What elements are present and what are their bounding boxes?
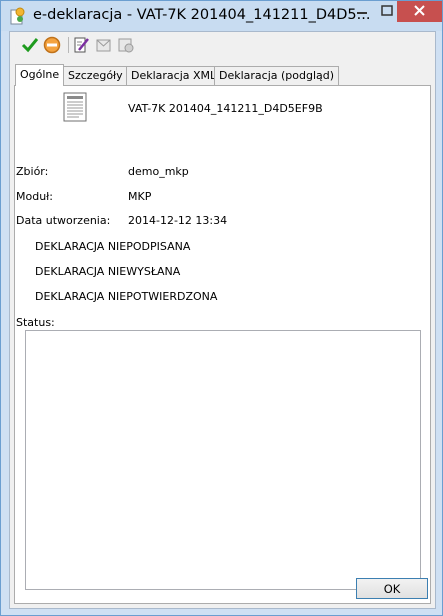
status-textarea[interactable] — [25, 330, 421, 590]
window-title: e-deklaracja - VAT-7K 201404_141211_D4D5… — [33, 7, 371, 23]
tab-szczegoly[interactable]: Szczegóły — [63, 66, 128, 85]
field-label-zbior: Zbiór: — [16, 165, 49, 178]
toolbar-separator — [68, 37, 69, 53]
tab-ogolne[interactable]: Ogólne — [15, 64, 65, 86]
field-value-zbior: demo_mkp — [128, 165, 189, 178]
tab-deklaracja-xml[interactable]: Deklaracja XML — [126, 66, 222, 85]
checkmark-icon[interactable] — [20, 35, 40, 55]
cancel-icon[interactable] — [42, 35, 62, 55]
state-not-sent: DEKLARACJA NIEWYSŁANA — [35, 265, 181, 278]
send-icon[interactable] — [94, 35, 114, 55]
field-value-modul: MKP — [128, 190, 152, 203]
status-label: Status: — [16, 316, 55, 329]
maximize-icon — [381, 5, 393, 16]
dialog-client: Ogólne Szczegóły Deklaracja XML Deklarac… — [9, 31, 436, 609]
ok-button[interactable]: OK — [356, 578, 428, 599]
confirm-icon[interactable] — [116, 35, 136, 55]
general-tab-panel: VAT-7K 201404_141211_D4D5EF9B Zbiór: dem… — [14, 85, 431, 604]
tab-deklaracja-podglad[interactable]: Deklaracja (podgląd) — [214, 66, 340, 85]
field-value-data-utworzenia: 2014-12-12 13:34 — [128, 214, 228, 227]
edit-sign-icon[interactable] — [72, 35, 92, 55]
state-not-signed: DEKLARACJA NIEPODPISANA — [35, 240, 191, 253]
title-bar[interactable]: e-deklaracja - VAT-7K 201404_141211_D4D5… — [1, 1, 442, 31]
minimize-icon — [357, 12, 367, 14]
document-icon — [63, 92, 87, 122]
field-label-modul: Moduł: — [16, 190, 54, 203]
document-name: VAT-7K 201404_141211_D4D5EF9B — [128, 102, 323, 115]
field-label-data-utworzenia: Data utworzenia: — [16, 214, 111, 227]
minimize-button[interactable] — [348, 1, 376, 22]
close-icon — [414, 5, 425, 16]
toolbar — [10, 32, 435, 58]
dialog-window: e-deklaracja - VAT-7K 201404_141211_D4D5… — [0, 0, 443, 616]
state-not-confirmed: DEKLARACJA NIEPOTWIERDZONA — [35, 290, 218, 303]
close-button[interactable] — [397, 1, 442, 22]
app-icon — [10, 7, 25, 25]
